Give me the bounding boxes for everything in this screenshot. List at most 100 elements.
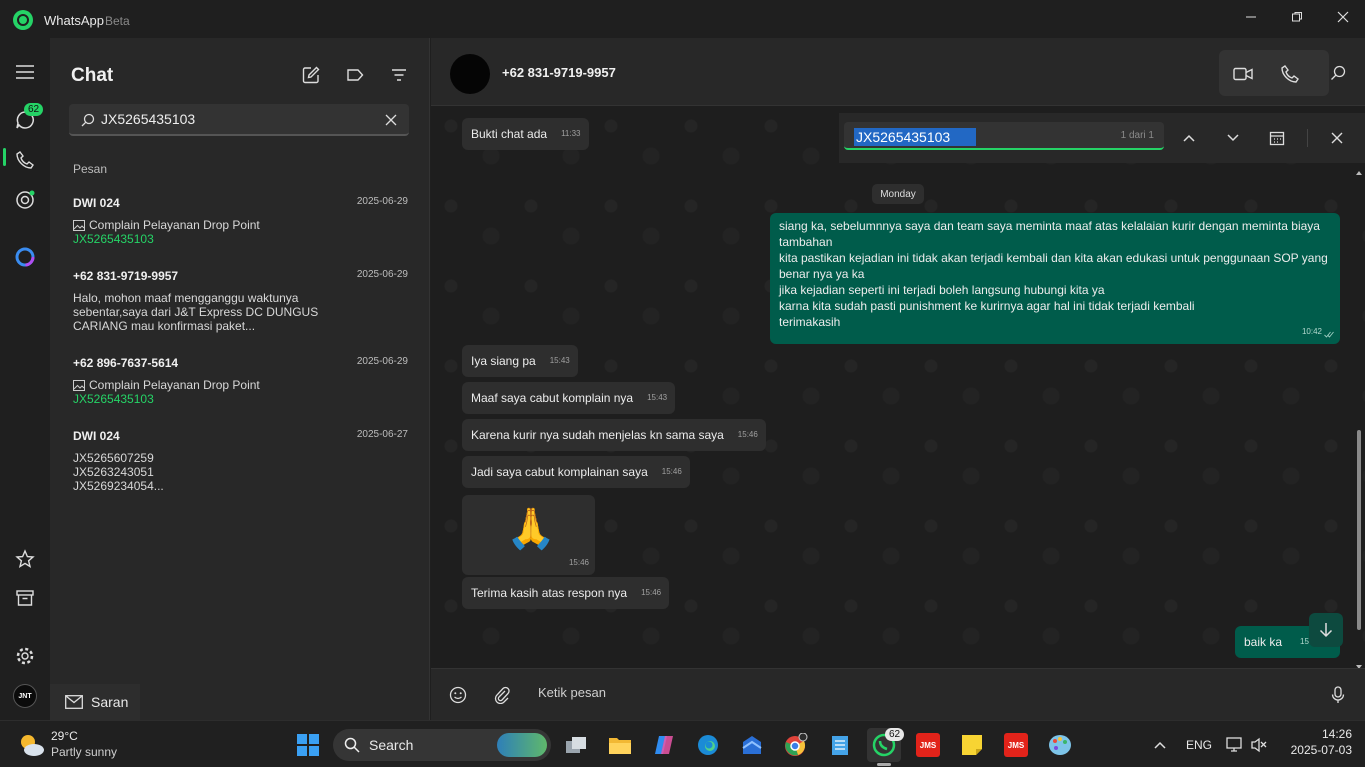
sticky-notes-button[interactable] xyxy=(955,728,989,762)
filter-button[interactable] xyxy=(386,62,412,88)
status-icon xyxy=(16,190,35,209)
whatsapp-taskbar-button[interactable]: 62 xyxy=(867,728,905,766)
archived-button[interactable] xyxy=(12,585,38,611)
labels-button[interactable] xyxy=(342,62,368,88)
maximize-button[interactable] xyxy=(1277,4,1317,30)
jms-pc-button-1[interactable]: JMS xyxy=(911,728,945,762)
search-input[interactable] xyxy=(101,111,371,127)
find-calendar-button[interactable] xyxy=(1265,126,1289,150)
search-result[interactable]: +62 896-7637-5614 2025-06-29 Complain Pe… xyxy=(62,356,416,406)
file-explorer-button[interactable] xyxy=(603,728,637,762)
profile-avatar: JNT xyxy=(13,684,37,708)
voice-message-button[interactable] xyxy=(1326,683,1350,707)
incoming-message[interactable]: Maaf saya cabut komplain nya 15:43 xyxy=(462,382,676,414)
minimize-button[interactable] xyxy=(1231,4,1271,30)
find-previous-button[interactable] xyxy=(1177,126,1201,150)
scroll-to-bottom-button[interactable] xyxy=(1309,613,1343,647)
settings-button[interactable] xyxy=(12,643,38,669)
chrome-icon xyxy=(785,733,808,756)
conversation-pane: +62 831-9719-9957 Bukti chat ada 11:33 JX… xyxy=(431,38,1365,720)
incoming-message[interactable]: Bukti chat ada 11:33 xyxy=(462,118,589,150)
result-snippet: CARIANG mau konfirmasi paket... xyxy=(73,319,256,333)
scroll-thumb[interactable] xyxy=(1357,430,1361,630)
paint-button[interactable] xyxy=(1043,728,1077,762)
result-date: 2025-06-29 xyxy=(356,356,408,367)
notepad-button[interactable] xyxy=(823,728,857,762)
paperclip-icon xyxy=(494,686,510,704)
status-button[interactable] xyxy=(12,187,38,213)
chats-button[interactable]: 62 xyxy=(12,103,44,133)
contact-name[interactable]: +62 831-9719-9957 xyxy=(502,65,616,80)
clock-date: 2025-07-03 xyxy=(1290,743,1352,757)
input-language[interactable]: ENG xyxy=(1186,738,1212,752)
contact-avatar[interactable] xyxy=(450,54,490,94)
edge-button[interactable] xyxy=(691,728,725,762)
incoming-message[interactable]: Jadi saya cabut komplainan saya 15:46 xyxy=(462,456,690,488)
double-check-icon xyxy=(1324,331,1334,338)
start-button[interactable] xyxy=(291,728,325,762)
calls-button[interactable] xyxy=(12,147,38,173)
message-scrollbar[interactable] xyxy=(1356,170,1362,668)
scroll-up-arrow-icon[interactable] xyxy=(1356,170,1362,176)
voice-call-button[interactable] xyxy=(1278,62,1302,86)
incoming-message[interactable]: Karena kurir nya sudah menjelas kn sama … xyxy=(462,419,766,451)
result-name: +62 831-9719-9957 xyxy=(73,269,179,283)
message-line: kita pastikan kejadian ini tidak akan te… xyxy=(779,251,1328,265)
video-call-button[interactable] xyxy=(1231,62,1255,86)
message-list[interactable]: Bukti chat ada 11:33 JX5265435103 1 dari … xyxy=(431,106,1365,668)
panel-title: Chat xyxy=(71,65,114,86)
notepad-icon xyxy=(832,736,848,755)
find-input[interactable]: JX5265435103 1 dari 1 xyxy=(844,122,1164,150)
network-volume-tray[interactable] xyxy=(1224,734,1272,756)
show-hidden-icons-button[interactable] xyxy=(1150,736,1170,754)
result-date: 2025-06-27 xyxy=(356,429,408,440)
find-next-button[interactable] xyxy=(1221,126,1245,150)
starred-button[interactable] xyxy=(12,546,38,572)
incoming-message[interactable]: Terima kasih atas respon nya 15:46 xyxy=(462,577,670,609)
search-result[interactable]: DWI 024 2025-06-27 JX5265607259 JX526324… xyxy=(62,429,416,493)
arrow-down-icon xyxy=(1319,623,1333,638)
message-text: Jadi saya cabut komplainan saya xyxy=(471,465,648,479)
search-in-chat-button[interactable] xyxy=(1326,61,1350,85)
incoming-message[interactable]: Iya siang pa 15:43 xyxy=(462,345,578,377)
message-text: Iya siang pa xyxy=(471,354,536,368)
result-name: +62 896-7637-5614 xyxy=(73,356,179,370)
compose-icon xyxy=(302,66,320,84)
find-close-button[interactable] xyxy=(1325,126,1349,150)
calendar-icon xyxy=(1269,131,1285,146)
emoji-button[interactable] xyxy=(446,683,470,707)
search-result[interactable]: DWI 024 2025-06-29 Complain Pelayanan Dr… xyxy=(62,196,416,246)
feedback-button[interactable]: Saran xyxy=(50,684,140,720)
folder-icon xyxy=(609,738,631,754)
chrome-button[interactable] xyxy=(779,728,813,762)
attach-button[interactable] xyxy=(490,683,514,707)
search-box[interactable] xyxy=(69,104,409,136)
message-input[interactable] xyxy=(538,685,1238,700)
meta-ai-button[interactable] xyxy=(12,244,38,270)
close-window-button[interactable] xyxy=(1323,4,1363,30)
taskbar-search[interactable]: Search xyxy=(333,729,551,761)
copilot-button[interactable] xyxy=(647,728,681,762)
jms-pc-button-2[interactable]: JMS xyxy=(999,728,1033,762)
message-time: 15:46 xyxy=(641,588,662,597)
sticker-message[interactable]: 🙏 15:46 xyxy=(462,495,595,575)
clock[interactable]: 14:26 2025-07-03 xyxy=(1280,727,1352,763)
weather-widget[interactable]: 29°C Partly sunny xyxy=(10,727,130,763)
result-snippet: JX5265607259 xyxy=(73,451,154,465)
taskbar-search-label: Search xyxy=(369,737,414,753)
outgoing-message[interactable]: siang ka, sebelumnnya saya dan team saya… xyxy=(770,213,1340,344)
clear-search-icon[interactable] xyxy=(385,114,397,126)
message-text: Terima kasih atas respon nya xyxy=(471,586,628,600)
partly-sunny-icon xyxy=(21,735,44,756)
search-result[interactable]: +62 831-9719-9957 2025-06-29 Halo, mohon… xyxy=(62,269,416,333)
gear-icon xyxy=(16,647,34,665)
date-separator: Monday xyxy=(872,184,924,204)
result-snippet: Complain Pelayanan Drop Point xyxy=(89,218,260,232)
result-name: DWI 024 xyxy=(73,429,120,443)
menu-button[interactable] xyxy=(12,59,38,85)
chevron-up-icon xyxy=(1183,134,1195,142)
mail-app-button[interactable] xyxy=(735,728,769,762)
task-view-button[interactable] xyxy=(559,728,593,762)
new-chat-button[interactable] xyxy=(298,62,324,88)
profile-button[interactable]: JNT xyxy=(12,683,38,709)
